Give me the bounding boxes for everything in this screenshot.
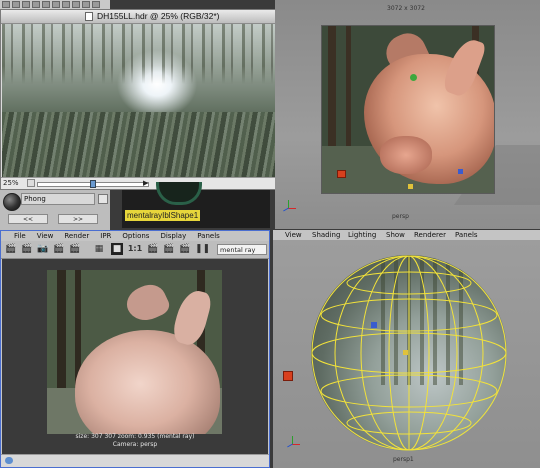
menu-shading[interactable]: Shading: [312, 230, 340, 239]
viewport-stage: persp1: [273, 240, 540, 468]
real-size-button[interactable]: 1:1: [127, 243, 143, 255]
menu-ipr[interactable]: IPR: [100, 231, 111, 241]
shader-name: Phong: [24, 195, 46, 203]
map-button[interactable]: [98, 194, 108, 204]
tool-button[interactable]: [22, 1, 30, 8]
menu-options[interactable]: Options: [122, 231, 149, 241]
rgb-channel-icon[interactable]: ▦: [93, 243, 105, 255]
render-canvas[interactable]: size: 307 307 zoom: 0.935 (mental ray) C…: [2, 259, 268, 455]
image-plane: [321, 25, 495, 194]
node-swatch: [156, 182, 202, 205]
next-button[interactable]: >>: [58, 214, 98, 224]
pig-ear: [121, 279, 173, 327]
menu-render[interactable]: Render: [64, 231, 89, 241]
menu-show[interactable]: Show: [386, 230, 405, 239]
pig-snout: [380, 136, 432, 174]
sphere-wireframe: [311, 255, 507, 451]
hypershade-node[interactable]: mentalrayIblShape1: [122, 182, 270, 228]
camera-label: persp: [392, 213, 409, 220]
document-icon: [85, 12, 93, 21]
manipulator-handle-icon[interactable]: [410, 74, 417, 81]
menu-display[interactable]: Display: [160, 231, 186, 241]
ipr-icon[interactable]: 🎬: [53, 243, 65, 255]
axis-gizmo-icon: [287, 436, 301, 450]
tool-button[interactable]: [42, 1, 50, 8]
render-camera-info: Camera: persp: [112, 441, 158, 448]
remove-image-icon[interactable]: 🎬: [163, 243, 175, 255]
material-panel: Phong << >>: [0, 190, 110, 230]
tool-button[interactable]: [52, 1, 60, 8]
window-titlebar[interactable]: DH155LL.hdr @ 25% (RGB/32*): [1, 10, 314, 24]
hdr-image-window: DH155LL.hdr @ 25% (RGB/32*) 25% ▶: [0, 9, 315, 190]
renderer-field[interactable]: mental ray: [217, 244, 267, 255]
pig-ear: [170, 287, 214, 348]
ground-plants: [2, 112, 303, 187]
menu-view[interactable]: View: [285, 230, 302, 239]
render-info: size: 307 307 zoom: 0.935 (mental ray) C…: [2, 433, 268, 449]
shader-name-field[interactable]: Phong: [21, 193, 95, 205]
rendered-image: [47, 270, 222, 434]
axis-gizmo-icon: [283, 200, 297, 214]
snapshot-icon[interactable]: 📷: [37, 243, 49, 255]
render-view-toolbar: 🎬 🎬 📷 🎬 🎬 ▦ ■ 1:1 🎬 🎬 🎬 ❚❚ mental ray: [1, 241, 269, 259]
locator-icon[interactable]: [337, 170, 346, 178]
tool-button[interactable]: [12, 1, 20, 8]
manipulator-handle-icon[interactable]: [458, 169, 463, 174]
tool-button[interactable]: [2, 1, 10, 8]
scroll-handle-icon[interactable]: [5, 457, 13, 464]
menu-renderer[interactable]: Renderer: [414, 230, 446, 239]
clapper-region-icon[interactable]: 🎬: [21, 243, 33, 255]
manipulator-handle-icon[interactable]: [403, 350, 408, 355]
manipulator-handle-icon[interactable]: [371, 322, 377, 328]
tool-button[interactable]: [92, 1, 100, 8]
menu-file[interactable]: File: [14, 231, 26, 241]
tool-button[interactable]: [62, 1, 70, 8]
refresh-icon[interactable]: 🎬: [69, 243, 81, 255]
zoom-out-icon[interactable]: [27, 179, 35, 187]
node-label: mentalrayIblShape1: [125, 210, 201, 221]
viewport-persp-bottom[interactable]: View Shading Lighting Show Renderer Pane…: [273, 230, 540, 468]
window-title: DH155LL.hdr @ 25% (RGB/32*): [97, 11, 220, 21]
viewport-menubar: View Shading Lighting Show Renderer Pane…: [273, 230, 540, 240]
viewport-persp-top[interactable]: 3072 x 3072 persp: [275, 0, 540, 229]
play-icon[interactable]: ▶: [143, 179, 148, 187]
render-view-status-bar: [1, 454, 269, 467]
menu-lighting[interactable]: Lighting: [348, 230, 376, 239]
alpha-channel-icon[interactable]: ■: [111, 243, 123, 255]
zoom-slider[interactable]: [37, 180, 149, 188]
hdr-environment-image: [2, 24, 303, 187]
tool-button[interactable]: [82, 1, 90, 8]
tree-canopy: [2, 24, 303, 84]
menu-view[interactable]: View: [37, 231, 54, 241]
render-size-info: size: 307 307 zoom: 0.935 (mental ray): [75, 433, 195, 440]
material-swatch-icon[interactable]: [3, 193, 21, 211]
clapper-icon[interactable]: 🎬: [5, 243, 17, 255]
menu-panels[interactable]: Panels: [197, 231, 220, 241]
slider-thumb[interactable]: [90, 180, 96, 188]
tool-button[interactable]: [72, 1, 80, 8]
render-view-window: File View Render IPR Options Display Pan…: [0, 230, 270, 468]
zoom-level: 25%: [3, 179, 19, 187]
render-settings-icon[interactable]: 🎬: [179, 243, 191, 255]
render-view-menubar: File View Render IPR Options Display Pan…: [1, 231, 269, 241]
keep-image-icon[interactable]: 🎬: [147, 243, 159, 255]
pause-icon[interactable]: ❚❚: [195, 243, 210, 255]
camera-label: persp1: [393, 456, 414, 463]
previous-button[interactable]: <<: [8, 214, 48, 224]
menu-panels[interactable]: Panels: [455, 230, 478, 239]
manipulator-handle-icon[interactable]: [408, 184, 413, 189]
resolution-label: 3072 x 3072: [387, 5, 425, 12]
locator-icon[interactable]: [283, 371, 293, 381]
tool-button[interactable]: [32, 1, 40, 8]
